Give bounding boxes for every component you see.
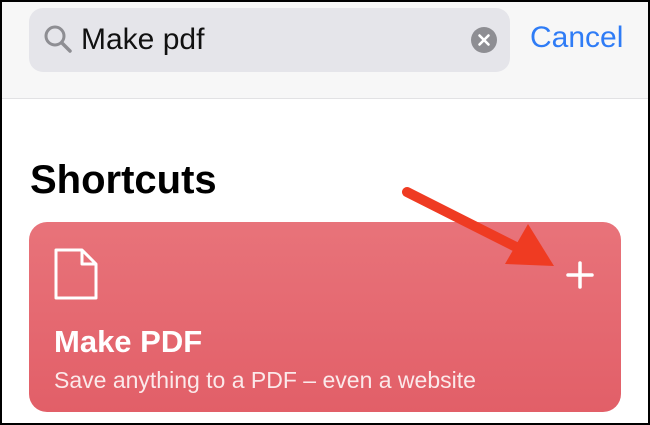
shortcut-subtitle: Save anything to a PDF – even a website xyxy=(54,367,476,393)
plus-icon xyxy=(566,261,594,289)
shortcut-title: Make PDF xyxy=(54,324,203,359)
search-input[interactable]: Make pdf xyxy=(81,22,204,58)
search-icon xyxy=(43,24,73,54)
screen: Make pdf Cancel Shortcuts Make PDF Save … xyxy=(2,2,648,423)
cancel-button[interactable]: Cancel xyxy=(530,20,623,56)
add-shortcut-button[interactable] xyxy=(563,258,597,292)
clear-icon[interactable] xyxy=(471,27,497,53)
search-field[interactable]: Make pdf xyxy=(29,8,510,72)
search-bar: Make pdf Cancel xyxy=(2,2,648,99)
section-title: Shortcuts xyxy=(30,158,217,202)
shortcut-card[interactable]: Make PDF Save anything to a PDF – even a… xyxy=(29,222,621,412)
document-icon xyxy=(53,247,99,301)
